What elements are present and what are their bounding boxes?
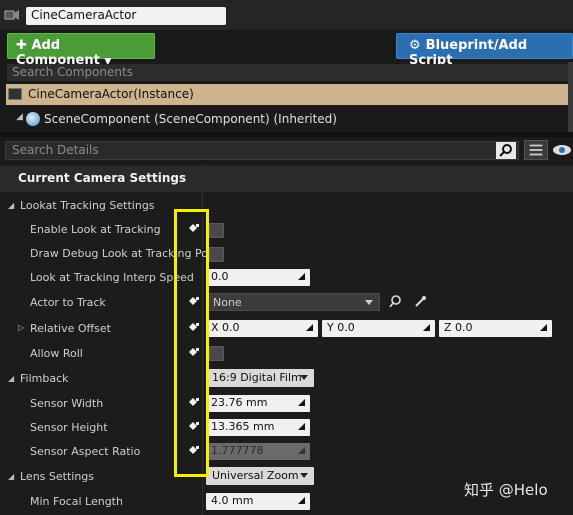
drag-grip-icon	[298, 423, 305, 430]
add-component-button[interactable]: ✚ Add Component ▼	[7, 33, 155, 68]
actor-to-track-label: Actor to Track	[30, 296, 106, 309]
filmback-preset-dropdown[interactable]: 16:9 Digital Film	[206, 369, 314, 387]
browse-search-icon[interactable]	[389, 295, 402, 308]
actor-icon	[4, 10, 19, 20]
sensor-aspect-field: 1.777778	[206, 443, 310, 460]
offset-x-value: X 0.0	[211, 321, 240, 334]
offset-z-value: Z 0.0	[444, 321, 473, 334]
offset-z-field[interactable]: Z 0.0	[439, 320, 552, 337]
min-focal-label: Min Focal Length	[30, 495, 123, 508]
collapse-arrow-icon[interactable]: ◢	[8, 374, 14, 383]
actor-name-field[interactable]: CineCameraActor	[26, 7, 226, 25]
interp-speed-value: 0.0	[211, 270, 229, 283]
instance-label: CineCameraActor(Instance)	[28, 87, 194, 101]
sensor-height-value: 13.365 mm	[211, 420, 275, 433]
sensor-width-label: Sensor Width	[30, 397, 104, 410]
lookat-group-label: Lookat Tracking Settings	[20, 199, 155, 212]
property-matrix-icon[interactable]	[524, 140, 548, 160]
enable-look-checkbox[interactable]	[209, 223, 224, 238]
plus-icon: ✚	[16, 38, 27, 53]
actor-to-track-value: None	[213, 296, 242, 309]
drag-grip-icon	[306, 324, 313, 331]
blueprint-add-script-button[interactable]: ⚙ Blueprint/Add Script	[396, 33, 573, 68]
lens-preset-dropdown[interactable]: Universal Zoom	[206, 467, 314, 485]
interp-speed-label: Look at Tracking Interp Speed	[30, 271, 194, 284]
panel-splitter[interactable]	[0, 132, 573, 137]
camera-actor-icon	[8, 88, 22, 100]
allow-roll-label: Allow Roll	[30, 347, 83, 360]
search-components-input[interactable]: Search Components	[7, 64, 573, 81]
sensor-height-label: Sensor Height	[30, 421, 108, 434]
drag-grip-icon	[298, 399, 305, 406]
sensor-height-field[interactable]: 13.365 mm	[206, 419, 310, 436]
relative-offset-label: Relative Offset	[30, 322, 111, 335]
scene-component-label: SceneComponent (SceneComponent) (Inherit…	[44, 112, 337, 126]
drag-grip-icon	[298, 447, 305, 454]
search-icon	[496, 142, 516, 159]
chevron-down-icon	[365, 300, 373, 305]
min-focal-field[interactable]: 4.0 mm	[206, 493, 310, 510]
annotation-highlight-box	[174, 209, 209, 477]
chevron-down-icon	[300, 473, 308, 478]
component-instance-row[interactable]: CineCameraActor(Instance)	[6, 84, 568, 105]
eyedropper-icon[interactable]	[414, 295, 427, 308]
offset-x-field[interactable]: X 0.0	[206, 320, 318, 337]
drag-grip-icon	[540, 324, 547, 331]
drag-grip-icon	[423, 324, 430, 331]
allow-roll-checkbox[interactable]	[209, 346, 224, 361]
collapse-arrow-icon[interactable]: ◢	[8, 201, 14, 210]
sensor-width-field[interactable]: 23.76 mm	[206, 395, 310, 412]
draw-debug-checkbox[interactable]	[209, 247, 224, 262]
lens-settings-label: Lens Settings	[20, 470, 95, 483]
category-current-camera-settings[interactable]: Current Camera Settings	[0, 166, 573, 192]
watermark: 知乎 @Helo	[464, 481, 548, 499]
details-panel	[0, 164, 573, 515]
scene-component-row[interactable]: SceneComponent (SceneComponent) (Inherit…	[16, 110, 556, 130]
interp-speed-field[interactable]: 0.0	[206, 269, 310, 286]
view-options-eye-icon[interactable]	[551, 140, 573, 160]
enable-look-label: Enable Look at Tracking	[30, 223, 161, 236]
expand-arrow-icon[interactable]: ▷	[18, 323, 24, 332]
filmback-label: Filmback	[20, 372, 69, 385]
chevron-down-icon	[300, 375, 308, 380]
sensor-aspect-value: 1.777778	[211, 444, 264, 457]
lens-value: Universal Zoom	[212, 469, 299, 482]
sensor-width-value: 23.76 mm	[211, 396, 268, 409]
components-scrollbar[interactable]	[568, 62, 573, 132]
drag-grip-icon	[298, 273, 305, 280]
offset-y-field[interactable]: Y 0.0	[322, 320, 435, 337]
sensor-aspect-label: Sensor Aspect Ratio	[30, 445, 141, 458]
actor-to-track-dropdown[interactable]: None	[206, 293, 380, 311]
blueprint-gear-icon: ⚙	[409, 38, 421, 53]
collapse-arrow-icon[interactable]: ◢	[8, 472, 14, 481]
offset-y-value: Y 0.0	[327, 321, 355, 334]
filmback-value: 16:9 Digital Film	[212, 371, 302, 384]
drag-grip-icon	[298, 497, 305, 504]
search-details-input[interactable]: Search Details	[5, 141, 519, 160]
category-label: Current Camera Settings	[18, 171, 187, 185]
min-focal-value: 4.0 mm	[211, 494, 254, 507]
